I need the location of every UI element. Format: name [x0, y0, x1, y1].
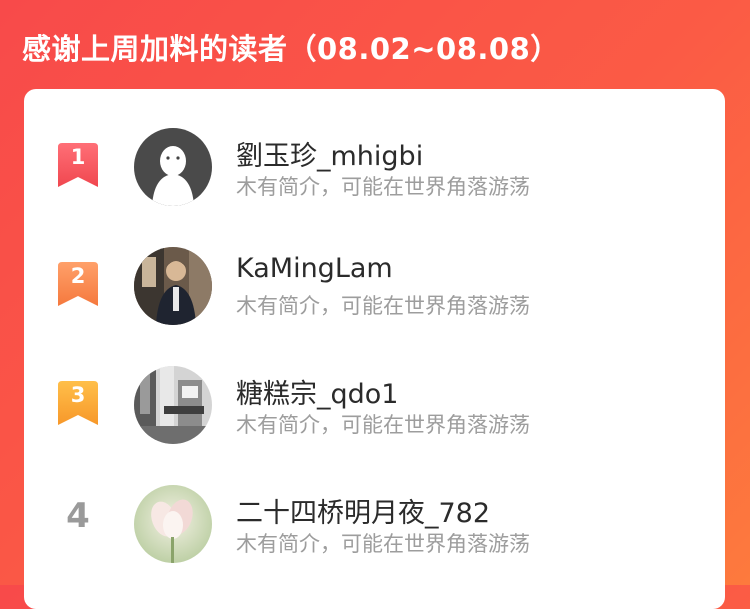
rank-number: 1 — [70, 145, 86, 169]
rank-number: 4 — [66, 496, 90, 536]
avatar[interactable] — [134, 128, 212, 206]
rank-badge: 3 — [58, 381, 98, 427]
rank-badge: 1 — [58, 143, 98, 189]
reader-bio: 木有简介，可能在世界角落游荡 — [236, 413, 530, 437]
reader-name[interactable]: 二十四桥明月夜_782 — [236, 491, 490, 530]
reader-bio: 木有简介，可能在世界角落游荡 — [236, 294, 530, 318]
reader-row[interactable]: 2 KaMingLam 木有简介，可能在世界角落游荡 — [24, 224, 725, 325]
avatar[interactable] — [134, 485, 212, 563]
reader-row[interactable]: 3 糖糕宗_qdo1 木有简介，可能在世界角落游荡 — [24, 343, 725, 444]
person-photo-icon — [134, 247, 212, 325]
bw-photo-icon — [134, 366, 212, 444]
avatar[interactable] — [134, 247, 212, 325]
reader-row[interactable]: 1 劉玉珍_mhigbi 木有简介，可能在世界角落游荡 — [24, 105, 725, 206]
ghost-avatar-icon — [134, 128, 212, 206]
reader-bio: 木有简介，可能在世界角落游荡 — [236, 175, 530, 199]
reader-name[interactable]: 劉玉珍_mhigbi — [236, 134, 423, 173]
rank-number: 3 — [70, 383, 86, 407]
reader-list-card: 1 劉玉珍_mhigbi 木有简介，可能在世界角落游荡 2 KaMingLam … — [24, 89, 725, 609]
reader-name[interactable]: KaMingLam — [236, 253, 393, 284]
avatar[interactable] — [134, 366, 212, 444]
rank-number: 2 — [70, 264, 86, 288]
page-title: 感谢上周加料的读者（08.02~08.08） — [22, 32, 560, 66]
reader-bio: 木有简介，可能在世界角落游荡 — [236, 532, 530, 556]
reader-row[interactable]: 4 二十四桥明月夜_782 木有简介，可能在世界角落游荡 — [24, 462, 725, 563]
flower-photo-icon — [134, 485, 212, 563]
reader-name[interactable]: 糖糕宗_qdo1 — [236, 372, 398, 411]
rank-badge: 2 — [58, 262, 98, 308]
